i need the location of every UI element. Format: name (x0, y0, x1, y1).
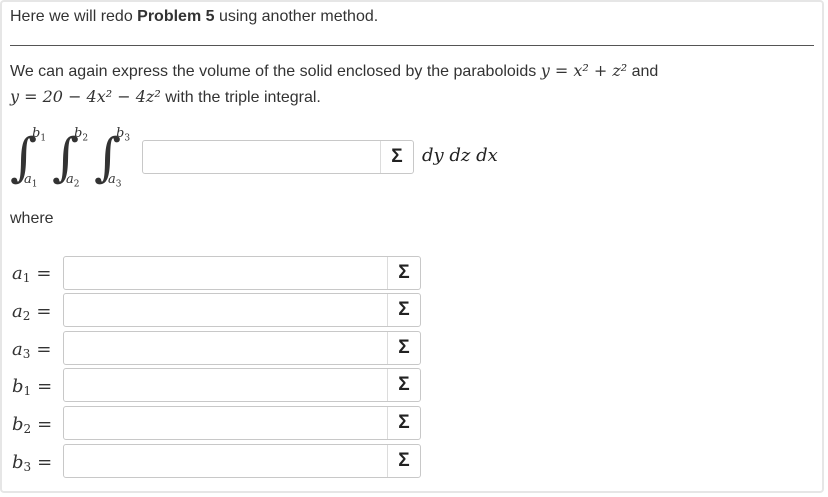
lower-bound-2: a2 (66, 172, 80, 190)
triple-integral-symbols: ∫ b1 a1 ∫ b2 a2 ∫ b3 a3 (10, 126, 145, 190)
problem-description: We can again express the volume of the s… (10, 58, 810, 110)
upper-bound-3: b3 (116, 126, 131, 144)
b3-answer-box[interactable]: Σ (63, 444, 421, 478)
intro-suffix: using another method. (214, 8, 379, 25)
a3-input[interactable] (64, 332, 384, 364)
intro-prefix: Here we will redo (10, 8, 138, 25)
divider (10, 45, 814, 46)
b1-answer-box[interactable]: Σ (63, 368, 421, 402)
label-a3: a3 = (12, 339, 52, 361)
desc-and: and (627, 63, 659, 80)
upper-bound-2: b2 (74, 126, 89, 144)
equation-1: y = x² + z² (540, 61, 628, 80)
sigma-icon[interactable]: Σ (387, 294, 420, 326)
label-b3: b3 = (12, 452, 53, 474)
b3-input[interactable] (64, 445, 384, 477)
where-label: where (10, 210, 54, 227)
sigma-icon[interactable]: Σ (387, 445, 420, 477)
sigma-icon[interactable]: Σ (387, 407, 420, 439)
label-b2: b2 = (12, 414, 53, 436)
label-b1: b1 = (12, 376, 53, 398)
lower-bound-1: a1 (24, 172, 38, 190)
b2-answer-box[interactable]: Σ (63, 406, 421, 440)
integrand-input[interactable] (143, 141, 377, 173)
desc-text-1: We can again express the volume of the s… (10, 63, 541, 80)
label-a1: a1 = (12, 263, 52, 285)
desc-text-2: with the triple integral. (160, 89, 321, 106)
equation-2: y = 20 − 4x² − 4z² (10, 87, 161, 106)
sigma-icon[interactable]: Σ (380, 141, 413, 173)
sigma-icon[interactable]: Σ (387, 369, 420, 401)
intro-problem-ref: Problem 5 (137, 8, 215, 25)
a2-answer-box[interactable]: Σ (63, 293, 421, 327)
sigma-icon[interactable]: Σ (387, 257, 420, 289)
a3-answer-box[interactable]: Σ (63, 331, 421, 365)
label-a2: a2 = (12, 301, 52, 323)
integrand-answer-box[interactable]: Σ (142, 140, 414, 174)
lower-bound-3: a3 (108, 172, 122, 190)
sigma-icon[interactable]: Σ (387, 332, 420, 364)
a1-answer-box[interactable]: Σ (63, 256, 421, 290)
differentials: dy dz dx (422, 145, 498, 166)
a2-input[interactable] (64, 294, 384, 326)
b2-input[interactable] (64, 407, 384, 439)
a1-input[interactable] (64, 257, 384, 289)
intro-text: Here we will redo Problem 5 using anothe… (10, 8, 378, 26)
b1-input[interactable] (64, 369, 384, 401)
upper-bound-1: b1 (32, 126, 47, 144)
